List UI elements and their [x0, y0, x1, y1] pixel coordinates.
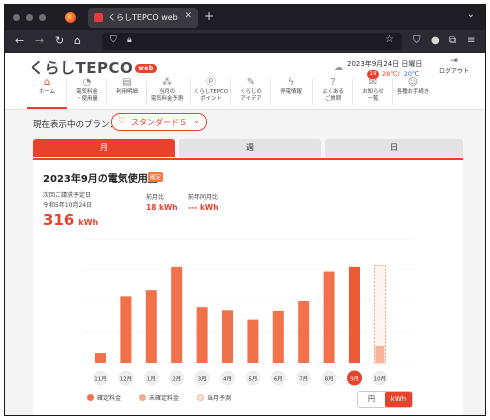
month-label: 4月	[223, 376, 232, 383]
month-label: 12月	[120, 376, 133, 383]
usage-bar[interactable]	[323, 271, 335, 363]
usage-bar[interactable]	[171, 266, 183, 363]
legend-swatch	[87, 394, 94, 401]
month-label: 10月	[374, 376, 387, 383]
legend-swatch	[139, 394, 146, 401]
month-label: 3月	[198, 376, 207, 383]
legend-swatch	[197, 394, 204, 401]
month-label: 5月	[248, 376, 257, 383]
usage-bar[interactable]	[95, 353, 106, 363]
usage-bar[interactable]	[196, 307, 208, 363]
usage-bar-chart: 11月 12月 1月 2月 3月 4月 5月 6月 7月 8月 9月 10月	[83, 238, 415, 386]
month-label: 7月	[299, 376, 308, 383]
browser-window: くらしTEPCO web ✕ + ⌄ ← → ↻ ⌂ ⛉ 🔒︎ ☆ ⛉ ● ⧉ …	[4, 4, 486, 416]
month-label: 11月	[94, 376, 107, 383]
legend-item: 当月予測	[197, 393, 231, 402]
legend-label: 確定料金	[97, 395, 122, 402]
month-label: 9月	[350, 376, 359, 383]
unconfirmed-bar[interactable]	[375, 345, 385, 363]
unit-toggle: 円 kWh	[357, 391, 413, 408]
usage-bar[interactable]	[349, 266, 360, 363]
usage-bar[interactable]	[222, 310, 233, 363]
month-label: 8月	[325, 376, 334, 383]
month-label: 2月	[172, 376, 181, 383]
month-label: 6月	[274, 376, 283, 383]
legend-item: 未確定料金	[139, 393, 179, 402]
legend-item: 確定料金	[87, 393, 121, 402]
legend-label: 当月予測	[207, 395, 232, 402]
usage-bar[interactable]	[120, 296, 132, 363]
usage-bar[interactable]	[298, 301, 310, 363]
usage-bar[interactable]	[145, 290, 157, 363]
usage-bar[interactable]	[247, 319, 259, 363]
yen-toggle-button[interactable]: 円	[358, 392, 385, 407]
legend-label: 未確定料金	[149, 395, 180, 402]
usage-bar[interactable]	[272, 310, 284, 363]
kwh-toggle-button[interactable]: kWh	[385, 392, 412, 407]
month-label: 1月	[147, 376, 156, 383]
